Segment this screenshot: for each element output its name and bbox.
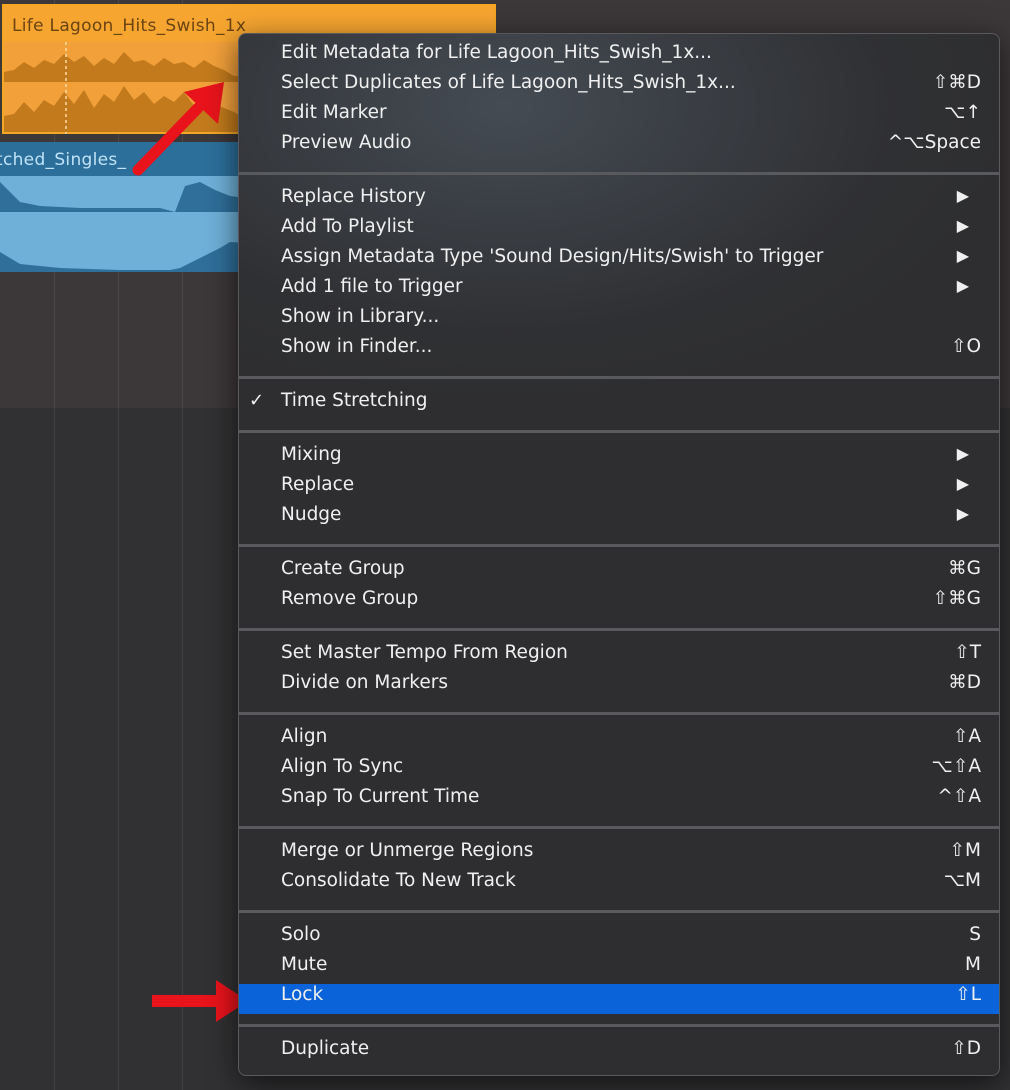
menu-item-label: Lock: [281, 984, 324, 1005]
menu-separator: [239, 366, 999, 390]
menu-item-lock[interactable]: Lock ⇧L: [239, 984, 999, 1014]
keyboard-shortcut: ⌥M: [943, 870, 981, 891]
menu-item-label: Duplicate: [281, 1038, 370, 1059]
keyboard-shortcut: ⇧D: [951, 1038, 981, 1059]
menu-item-label: Mute: [281, 954, 328, 975]
menu-item-align-to-sync[interactable]: Align To Sync ⌥⇧A: [239, 756, 999, 786]
menu-item-preview-audio[interactable]: Preview Audio ^⌥Space: [239, 132, 999, 162]
menu-item-replace-history[interactable]: Replace History ▶: [239, 186, 999, 216]
menu-item-remove-group[interactable]: Remove Group ⇧⌘G: [239, 588, 999, 618]
context-menu: Edit Metadata for Life Lagoon_Hits_Swish…: [238, 33, 1000, 1076]
submenu-arrow-icon: ▶: [956, 186, 969, 205]
keyboard-shortcut: S: [969, 924, 981, 945]
menu-item-show-in-library[interactable]: Show in Library...: [239, 306, 999, 336]
keyboard-shortcut: ^⌥Space: [887, 132, 981, 153]
waveform: [0, 182, 260, 272]
menu-item-create-group[interactable]: Create Group ⌘G: [239, 558, 999, 588]
submenu-arrow-icon: ▶: [956, 504, 969, 523]
menu-item-label: Set Master Tempo From Region: [281, 642, 568, 663]
menu-separator: [239, 162, 999, 186]
region-title: tched_Singles_: [0, 150, 127, 170]
menu-item-label: Create Group: [281, 558, 405, 579]
menu-item-mute[interactable]: Mute M: [239, 954, 999, 984]
menu-item-nudge[interactable]: Nudge ▶: [239, 504, 999, 534]
red-arrow-icon: [132, 82, 224, 176]
keyboard-shortcut: ⇧⌘G: [932, 588, 981, 609]
keyboard-shortcut: ⇧O: [950, 336, 981, 357]
menu-item-replace[interactable]: Replace ▶: [239, 474, 999, 504]
menu-separator: [239, 534, 999, 558]
menu-item-label: Select Duplicates of Life Lagoon_Hits_Sw…: [281, 72, 736, 93]
menu-item-label: Nudge: [281, 504, 342, 525]
red-arrow-icon: [152, 980, 248, 1022]
keyboard-shortcut: ⇧⌘D: [932, 72, 981, 93]
menu-separator: [239, 420, 999, 444]
menu-item-label: Add 1 file to Trigger: [281, 276, 463, 297]
menu-separator: [239, 816, 999, 840]
region-title: Life Lagoon_Hits_Swish_1x: [12, 16, 247, 36]
submenu-arrow-icon: ▶: [956, 216, 969, 235]
menu-item-show-in-finder[interactable]: Show in Finder... ⇧O: [239, 336, 999, 366]
menu-item-label: Snap To Current Time: [281, 786, 480, 807]
keyboard-shortcut: ⌥⇧A: [931, 756, 981, 777]
menu-item-merge-or-unmerge-regions[interactable]: Merge or Unmerge Regions ⇧M: [239, 840, 999, 870]
menu-item-set-master-tempo-from-region[interactable]: Set Master Tempo From Region ⇧T: [239, 642, 999, 672]
keyboard-shortcut: M: [965, 954, 981, 975]
keyboard-shortcut: ⇧T: [954, 642, 981, 663]
menu-item-label: Add To Playlist: [281, 216, 414, 237]
checkmark-icon: ✓: [249, 390, 265, 411]
menu-item-solo[interactable]: Solo S: [239, 924, 999, 954]
menu-item-label: Assign Metadata Type 'Sound Design/Hits/…: [281, 246, 824, 267]
menu-separator: [239, 618, 999, 642]
menu-item-add-to-playlist[interactable]: Add To Playlist ▶: [239, 216, 999, 246]
menu-item-label: Remove Group: [281, 588, 419, 609]
menu-item-label: Replace History: [281, 186, 426, 207]
menu-item-label: Align To Sync: [281, 756, 404, 777]
menu-separator: [239, 702, 999, 726]
menu-item-assign-metadata-type-sound-design-hits-s[interactable]: Assign Metadata Type 'Sound Design/Hits/…: [239, 246, 999, 276]
menu-item-label: Time Stretching: [281, 390, 428, 411]
keyboard-shortcut: ⇧A: [952, 726, 981, 747]
submenu-arrow-icon: ▶: [956, 276, 969, 295]
menu-item-time-stretching[interactable]: ✓ Time Stretching: [239, 390, 999, 420]
menu-item-label: Preview Audio: [281, 132, 412, 153]
menu-item-add-1-file-to-trigger[interactable]: Add 1 file to Trigger ▶: [239, 276, 999, 306]
menu-item-consolidate-to-new-track[interactable]: Consolidate To New Track ⌥M: [239, 870, 999, 900]
menu-item-label: Consolidate To New Track: [281, 870, 516, 891]
submenu-arrow-icon: ▶: [956, 474, 969, 493]
menu-item-edit-metadata-for-life-lagoon-hits-swish[interactable]: Edit Metadata for Life Lagoon_Hits_Swish…: [239, 42, 999, 72]
keyboard-shortcut: ^⇧A: [937, 786, 981, 807]
submenu-arrow-icon: ▶: [956, 444, 969, 463]
menu-item-mixing[interactable]: Mixing ▶: [239, 444, 999, 474]
keyboard-shortcut: ⇧L: [955, 984, 981, 1005]
menu-item-label: Edit Metadata for Life Lagoon_Hits_Swish…: [281, 42, 712, 63]
menu-item-label: Replace: [281, 474, 355, 495]
keyboard-shortcut: ⌘G: [948, 558, 981, 579]
menu-item-edit-marker[interactable]: Edit Marker ⌥↑: [239, 102, 999, 132]
menu-item-label: Merge or Unmerge Regions: [281, 840, 534, 861]
menu-item-snap-to-current-time[interactable]: Snap To Current Time ^⇧A: [239, 786, 999, 816]
menu-separator: [239, 1014, 999, 1038]
menu-item-select-duplicates-of-life-lagoon-hits-sw[interactable]: Select Duplicates of Life Lagoon_Hits_Sw…: [239, 72, 999, 102]
menu-items: Edit Metadata for Life Lagoon_Hits_Swish…: [239, 42, 999, 1068]
menu-item-label: Align: [281, 726, 328, 747]
menu-item-label: Show in Finder...: [281, 336, 433, 357]
menu-item-label: Edit Marker: [281, 102, 387, 123]
menu-item-divide-on-markers[interactable]: Divide on Markers ⌘D: [239, 672, 999, 702]
menu-item-label: Show in Library...: [281, 306, 440, 327]
keyboard-shortcut: ⌥↑: [944, 102, 981, 123]
menu-item-label: Mixing: [281, 444, 342, 465]
menu-item-align[interactable]: Align ⇧A: [239, 726, 999, 756]
submenu-arrow-icon: ▶: [956, 246, 969, 265]
menu-separator: [239, 900, 999, 924]
keyboard-shortcut: ⇧M: [949, 840, 981, 861]
menu-item-label: Solo: [281, 924, 321, 945]
keyboard-shortcut: ⌘D: [948, 672, 981, 693]
menu-item-duplicate[interactable]: Duplicate ⇧D: [239, 1038, 999, 1068]
menu-item-label: Divide on Markers: [281, 672, 448, 693]
